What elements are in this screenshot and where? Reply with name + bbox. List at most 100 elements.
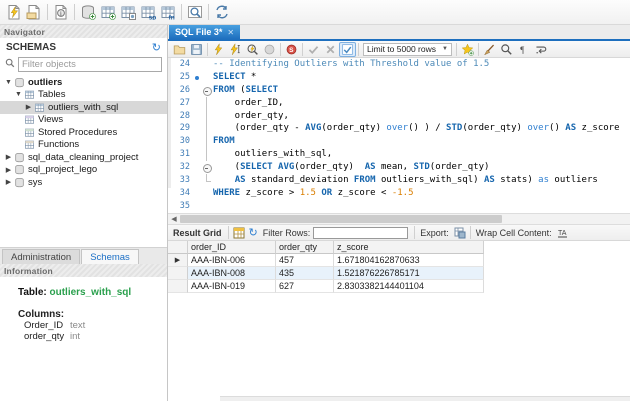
column-header-order_qty[interactable]: order_qty <box>276 241 334 254</box>
sidebar-item-sql-project-lego[interactable]: ▶sql_project_lego <box>0 164 167 177</box>
refresh-icon[interactable]: ↻ <box>249 226 258 239</box>
save-snippet-icon[interactable] <box>459 42 476 57</box>
beautify-icon[interactable] <box>481 42 498 57</box>
sidebar-tab-schemas[interactable]: Schemas <box>81 249 139 264</box>
editor-hscroll-thumb[interactable] <box>180 215 502 223</box>
line-number: 35 <box>168 200 194 213</box>
sidebar-item-outliers-with-sql[interactable]: ▶ outliers_with_sql <box>0 101 167 114</box>
toggle-autocommit-icon[interactable] <box>339 42 356 57</box>
create-schema-icon[interactable] <box>78 2 98 22</box>
sidebar-item-sys[interactable]: ▶ sys <box>0 176 167 189</box>
grid-view-icon[interactable] <box>231 226 247 240</box>
result-grid-hscrollbar[interactable] <box>220 396 630 401</box>
editor-hscrollbar: ◀ <box>168 213 630 225</box>
cell-order-qty[interactable]: 627 <box>276 280 334 293</box>
create-view-icon[interactable] <box>118 2 138 22</box>
schema-filter-input[interactable] <box>18 57 162 72</box>
chevron-right-icon[interactable]: ▶ <box>24 103 33 111</box>
filter-rows-label: Filter Rows: <box>263 228 311 238</box>
cell-z-score[interactable]: 1.521876226785171 <box>334 267 484 280</box>
info-columns-label: Columns: <box>18 309 167 320</box>
rollback-icon[interactable] <box>322 42 339 57</box>
schemas-refresh-icon[interactable]: ↻ <box>152 43 161 53</box>
info-columns-list: Order_IDtextorder_qtyint <box>18 321 167 342</box>
new-sql-tab-icon[interactable] <box>4 2 24 22</box>
create-procedure-icon[interactable]: sp <box>138 2 158 22</box>
information-title: Information <box>4 266 53 276</box>
execute-current-icon[interactable] <box>227 42 244 57</box>
sql-code-editor[interactable]: 24-- Identifying Outliers with Threshold… <box>168 58 630 213</box>
create-function-icon[interactable]: fn <box>158 2 178 22</box>
fold-toggle-icon[interactable] <box>202 84 213 97</box>
code-line-30: 30FROM <box>168 135 630 148</box>
reconnect-dbms-icon[interactable] <box>212 2 232 22</box>
fold-column <box>202 58 213 71</box>
create-table-icon[interactable] <box>98 2 118 22</box>
sidebar-item-stored-procedures[interactable]: Stored Procedures <box>0 126 167 139</box>
explain-icon[interactable] <box>244 42 261 57</box>
chevron-down-icon[interactable]: ▼ <box>14 91 23 98</box>
chevron-right-icon[interactable]: ▶ <box>4 166 13 174</box>
cell-order-id[interactable]: AAA-IBN-019 <box>188 280 276 293</box>
close-icon[interactable]: ✕ <box>227 28 234 37</box>
fold-column <box>202 122 213 135</box>
fold-toggle-icon[interactable] <box>202 161 213 174</box>
open-script-icon[interactable] <box>171 42 188 57</box>
svg-text:i: i <box>60 10 62 17</box>
toolbar-separator <box>74 4 75 20</box>
scroll-left-arrow-icon[interactable]: ◀ <box>168 215 180 223</box>
tree-item-label: Functions <box>36 139 79 150</box>
sidebar-item-views[interactable]: Views <box>0 114 167 127</box>
filter-rows-input[interactable] <box>313 227 408 239</box>
sidebar-item-sql-data-cleaning-project[interactable]: ▶sql_data_cleaning_project <box>0 151 167 164</box>
marker-spacer <box>194 58 202 71</box>
stop-icon[interactable] <box>261 42 278 57</box>
info-table-name: outliers_with_sql <box>50 287 132 298</box>
code-line-33: 33 AS standard_deviation FROM outliers_w… <box>168 174 630 187</box>
cell-z-score[interactable]: 2.8303382144401104 <box>334 280 484 293</box>
code-text: SELECT * <box>213 71 256 84</box>
cell-order-id[interactable]: AAA-IBN-006 <box>188 254 276 267</box>
toggle-invisible-chars-icon[interactable]: ¶ <box>515 42 532 57</box>
table-row[interactable]: ▶AAA-IBN-0064571.671804162870633 <box>168 254 630 267</box>
tab-sql-file-3[interactable]: SQL File 3* ✕ <box>169 25 240 39</box>
toggle-stop-on-error-icon[interactable]: S <box>283 42 300 57</box>
toggle-wrap-icon[interactable] <box>532 42 549 57</box>
statement-marker-icon <box>194 71 202 84</box>
grid-header-row: order_IDorder_qtyz_score <box>168 241 630 254</box>
chevron-right-icon[interactable]: ▶ <box>4 178 13 186</box>
column-header-z_score[interactable]: z_score <box>334 241 484 254</box>
commit-icon[interactable] <box>305 42 322 57</box>
column-header-order_ID[interactable]: order_ID <box>188 241 276 254</box>
schema-icon <box>13 77 26 88</box>
execute-icon[interactable] <box>210 42 227 57</box>
open-sql-script-icon[interactable] <box>24 2 44 22</box>
cell-order-qty[interactable]: 435 <box>276 267 334 280</box>
sidebar-item-functions[interactable]: Functions <box>0 139 167 152</box>
marker-spacer <box>194 148 202 161</box>
tree-item-label: outliers_with_sql <box>46 102 118 113</box>
sidebar-tab-administration[interactable]: Administration <box>2 249 80 264</box>
cell-order-id[interactable]: AAA-IBN-008 <box>188 267 276 280</box>
sidebar-item-outliers[interactable]: ▼outliers <box>0 76 167 89</box>
find-icon[interactable] <box>498 42 515 57</box>
table-row[interactable]: AAA-IBN-0084351.521876226785171 <box>168 267 630 280</box>
sidebar-item-tables[interactable]: ▼Tables <box>0 89 167 102</box>
code-text: -- Identifying Outliers with Threshold v… <box>213 58 489 71</box>
code-line-32: 32 (SELECT AVG(order_qty) AS mean, STD(o… <box>168 161 630 174</box>
table-row[interactable]: AAA-IBN-0196272.8303382144401104 <box>168 280 630 293</box>
fold-column <box>202 187 213 200</box>
chevron-right-icon[interactable]: ▶ <box>4 153 13 161</box>
save-script-icon[interactable] <box>188 42 205 57</box>
wrap-cell-content-icon[interactable]: TA <box>555 226 571 240</box>
cell-z-score[interactable]: 1.671804162870633 <box>334 254 484 267</box>
tree-item-label: sys <box>26 177 42 188</box>
cell-order-qty[interactable]: 457 <box>276 254 334 267</box>
code-line-31: 31 outliers_with_sql, <box>168 148 630 161</box>
svg-text:TA: TA <box>558 230 567 237</box>
export-icon[interactable] <box>452 226 468 240</box>
search-table-data-icon[interactable] <box>185 2 205 22</box>
limit-rows-dropdown[interactable]: Limit to 5000 rows▼ <box>363 43 452 56</box>
chevron-down-icon[interactable]: ▼ <box>4 79 13 86</box>
inspect-object-icon[interactable]: i <box>51 2 71 22</box>
